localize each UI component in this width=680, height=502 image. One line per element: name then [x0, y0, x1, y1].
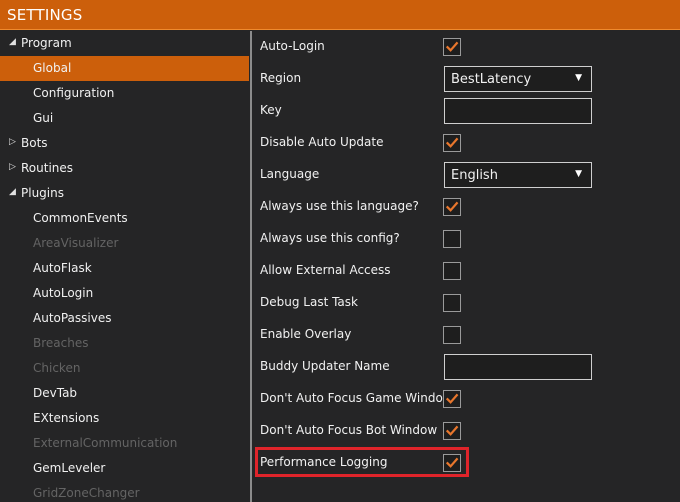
setting-allow-external-access: Allow External Access	[252, 255, 680, 287]
setting-key: Key	[252, 95, 680, 127]
tree-item-routines[interactable]: ▷ Routines	[0, 156, 249, 181]
setting-auto-login: Auto-Login	[252, 31, 680, 63]
setting-label: Allow External Access	[260, 263, 391, 277]
tree-item-label: CommonEvents	[33, 211, 128, 225]
checkmark-icon	[445, 136, 459, 150]
tree-item-label: GridZoneChanger	[33, 486, 140, 500]
dropdown-value: BestLatency	[451, 72, 532, 87]
setting-label: Debug Last Task	[260, 295, 358, 309]
setting-label: Don't Auto Focus Bot Window	[260, 423, 438, 437]
don-t-auto-focus-game-window-checkbox[interactable]	[443, 390, 461, 408]
allow-external-access-checkbox[interactable]	[443, 262, 461, 280]
setting-label: Enable Overlay	[260, 327, 352, 341]
setting-label: Don't Auto Focus Game Window	[260, 391, 453, 405]
tree-item-label: Program	[21, 36, 72, 50]
checkmark-icon	[445, 40, 459, 54]
setting-label: Language	[260, 167, 320, 181]
tree-item-extensions[interactable]: EXtensions	[0, 406, 249, 431]
tree-item-autoflask[interactable]: AutoFlask	[0, 256, 249, 281]
setting-label: Auto-Login	[260, 39, 325, 53]
collapse-arrow-icon[interactable]: ▷	[9, 162, 16, 172]
buddy-updater-name-input[interactable]	[444, 354, 592, 380]
tree-item-plugins[interactable]: ◢ Plugins	[0, 181, 249, 206]
always-use-this-language-checkbox[interactable]	[443, 198, 461, 216]
tree-item-devtab[interactable]: DevTab	[0, 381, 249, 406]
checkmark-icon	[445, 200, 459, 214]
tree-item-label: EXtensions	[33, 411, 100, 425]
expand-arrow-icon[interactable]: ◢	[9, 37, 16, 47]
setting-always-use-this-config: Always use this config?	[252, 223, 680, 255]
tree-item-label: Chicken	[33, 361, 81, 375]
tree-item-label: AutoLogin	[33, 286, 94, 300]
tree-item-areavisualizer[interactable]: AreaVisualizer	[0, 231, 249, 256]
dropdown-value: English	[451, 168, 498, 183]
tree-item-breaches[interactable]: Breaches	[0, 331, 249, 356]
tree-item-label: Plugins	[21, 186, 64, 200]
tree-item-gemleveler[interactable]: GemLeveler	[0, 456, 249, 481]
enable-overlay-checkbox[interactable]	[443, 326, 461, 344]
setting-label: Always use this language?	[260, 199, 419, 213]
setting-enable-overlay: Enable Overlay	[252, 319, 680, 351]
settings-tree[interactable]: ◢ Program Global Configuration Gui ▷ Bots ▷ Rout…	[0, 31, 250, 502]
tree-item-commonevents[interactable]: CommonEvents	[0, 206, 249, 231]
setting-label: Key	[260, 103, 282, 117]
tree-item-label: Bots	[21, 136, 48, 150]
tree-item-externalcommunication[interactable]: ExternalCommunication	[0, 431, 249, 456]
dropdown-arrow-icon[interactable]: ▼	[575, 73, 582, 83]
don-t-auto-focus-bot-window-checkbox[interactable]	[443, 422, 461, 440]
setting-debug-last-task: Debug Last Task	[252, 287, 680, 319]
tree-item-label: AutoPassives	[33, 311, 112, 325]
expand-arrow-icon[interactable]: ◢	[9, 187, 16, 197]
tree-item-label: ExternalCommunication	[33, 436, 178, 450]
setting-always-use-this-language: Always use this language?	[252, 191, 680, 223]
debug-last-task-checkbox[interactable]	[443, 294, 461, 312]
region-dropdown[interactable]: BestLatency ▼	[444, 66, 592, 92]
setting-buddy-updater-name: Buddy Updater Name	[252, 351, 680, 383]
tree-item-label: Global	[33, 61, 72, 75]
tree-item-bots[interactable]: ▷ Bots	[0, 131, 249, 156]
highlight-box	[255, 447, 469, 477]
setting-language: Language English ▼	[252, 159, 680, 191]
checkmark-icon	[445, 424, 459, 438]
setting-disable-auto-update: Disable Auto Update	[252, 127, 680, 159]
language-dropdown[interactable]: English ▼	[444, 162, 592, 188]
tree-item-label: AutoFlask	[33, 261, 92, 275]
tree-item-label: Configuration	[33, 86, 115, 100]
tree-item-program[interactable]: ◢ Program	[0, 31, 249, 56]
setting-label: Buddy Updater Name	[260, 359, 390, 373]
collapse-arrow-icon[interactable]: ▷	[9, 137, 16, 147]
setting-region: Region BestLatency ▼	[252, 63, 680, 95]
tree-item-chicken[interactable]: Chicken	[0, 356, 249, 381]
checkmark-icon	[445, 392, 459, 406]
tree-item-autologin[interactable]: AutoLogin	[0, 281, 249, 306]
tree-item-autopassives[interactable]: AutoPassives	[0, 306, 249, 331]
tree-item-configuration[interactable]: Configuration	[0, 81, 249, 106]
tree-item-gui[interactable]: Gui	[0, 106, 249, 131]
settings-panel: Auto-Login Region BestLatency ▼ Key Disable A…	[252, 31, 680, 502]
tree-item-label: DevTab	[33, 386, 78, 400]
auto-login-checkbox[interactable]	[443, 38, 461, 56]
setting-label: Region	[260, 71, 302, 85]
tree-item-label: Gui	[33, 111, 54, 125]
tree-item-label: AreaVisualizer	[33, 236, 119, 250]
tree-item-gridzonechanger[interactable]: GridZoneChanger	[0, 481, 249, 502]
setting-label: Always use this config?	[260, 231, 400, 245]
setting-don-t-auto-focus-bot-window: Don't Auto Focus Bot Window	[252, 415, 680, 447]
tree-item-label: GemLeveler	[33, 461, 106, 475]
always-use-this-config-checkbox[interactable]	[443, 230, 461, 248]
setting-don-t-auto-focus-game-window: Don't Auto Focus Game Window	[252, 383, 680, 415]
tree-item-global[interactable]: Global	[0, 56, 249, 81]
tree-item-label: Routines	[21, 161, 74, 175]
setting-label: Disable Auto Update	[260, 135, 384, 149]
window-title: SETTINGS	[7, 6, 83, 24]
disable-auto-update-checkbox[interactable]	[443, 134, 461, 152]
tree-item-label: Breaches	[33, 336, 89, 350]
title-bar: SETTINGS	[0, 0, 680, 30]
dropdown-arrow-icon[interactable]: ▼	[575, 169, 582, 179]
key-input[interactable]	[444, 98, 592, 124]
